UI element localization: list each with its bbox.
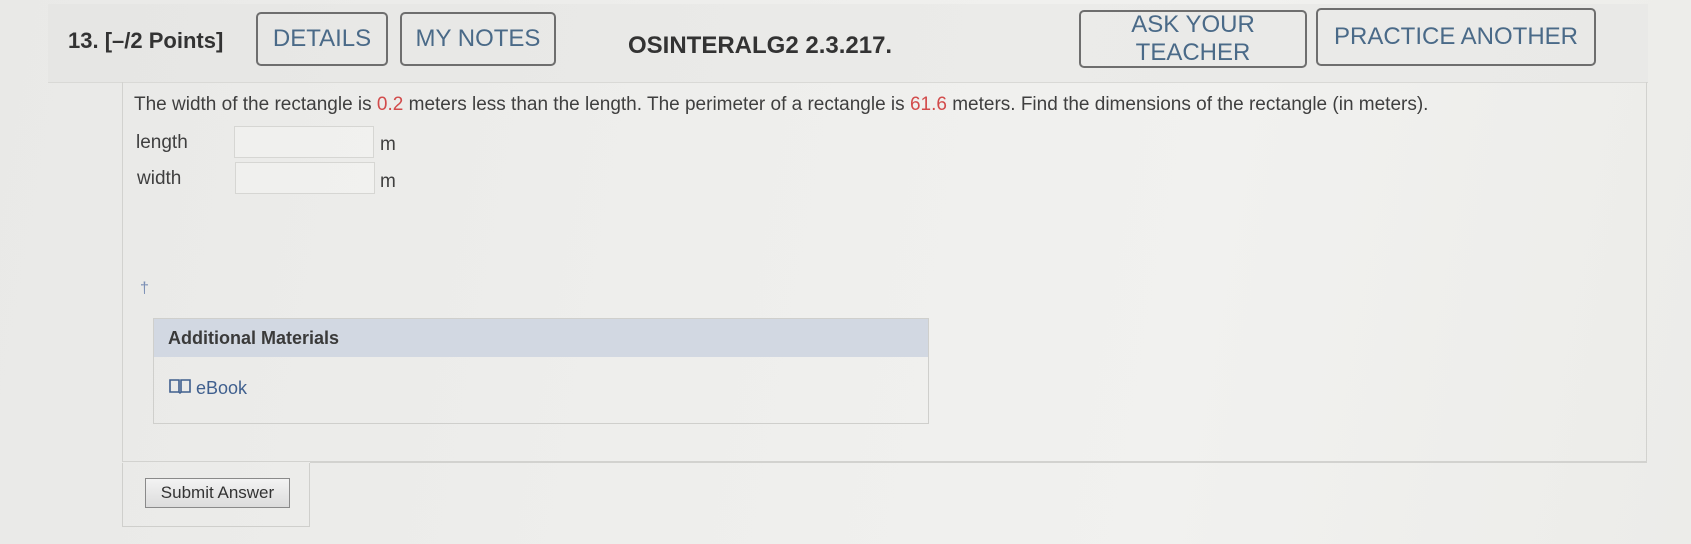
problem-value-perimeter: 61.6: [909, 94, 947, 115]
problem-statement: The width of the rectangle is 0.2 meters…: [134, 94, 1428, 116]
question-header: 13. [–/2 Points] DETAILS MY NOTES OSINTE…: [48, 4, 1648, 83]
additional-materials-box: Additional Materials eBook: [153, 318, 929, 424]
ebook-link[interactable]: eBook: [168, 377, 247, 400]
problem-text-2: meters less than the length. The perimet…: [403, 94, 910, 115]
problem-value-width-difference: 0.2: [376, 94, 404, 115]
ebook-label: eBook: [196, 378, 248, 398]
width-input[interactable]: [235, 162, 375, 194]
assignment-id: OSINTERALG2 2.3.217.: [628, 32, 893, 59]
question-title: 13. [–/2 Points]: [68, 28, 223, 54]
question-points: [–/2 Points]: [104, 28, 224, 53]
divider: [310, 462, 1647, 463]
submit-answer-button[interactable]: Submit Answer: [145, 478, 290, 508]
width-label: width: [137, 168, 182, 189]
details-button[interactable]: DETAILS: [256, 12, 388, 66]
practice-another-button[interactable]: PRACTICE ANOTHER: [1316, 8, 1596, 66]
length-label: length: [136, 132, 188, 153]
additional-materials-heading: Additional Materials: [154, 319, 928, 357]
my-notes-button[interactable]: MY NOTES: [400, 12, 556, 66]
problem-text-1: The width of the rectangle is: [134, 94, 377, 115]
width-unit: m: [380, 171, 396, 192]
footnote-marker: †: [140, 280, 149, 297]
problem-text-3: meters. Find the dimensions of the recta…: [946, 94, 1429, 115]
question-number: 13.: [68, 28, 99, 53]
length-input[interactable]: [234, 126, 374, 158]
ask-your-teacher-button[interactable]: ASK YOUR TEACHER: [1079, 10, 1307, 68]
book-icon: [168, 377, 192, 400]
length-unit: m: [380, 134, 396, 155]
